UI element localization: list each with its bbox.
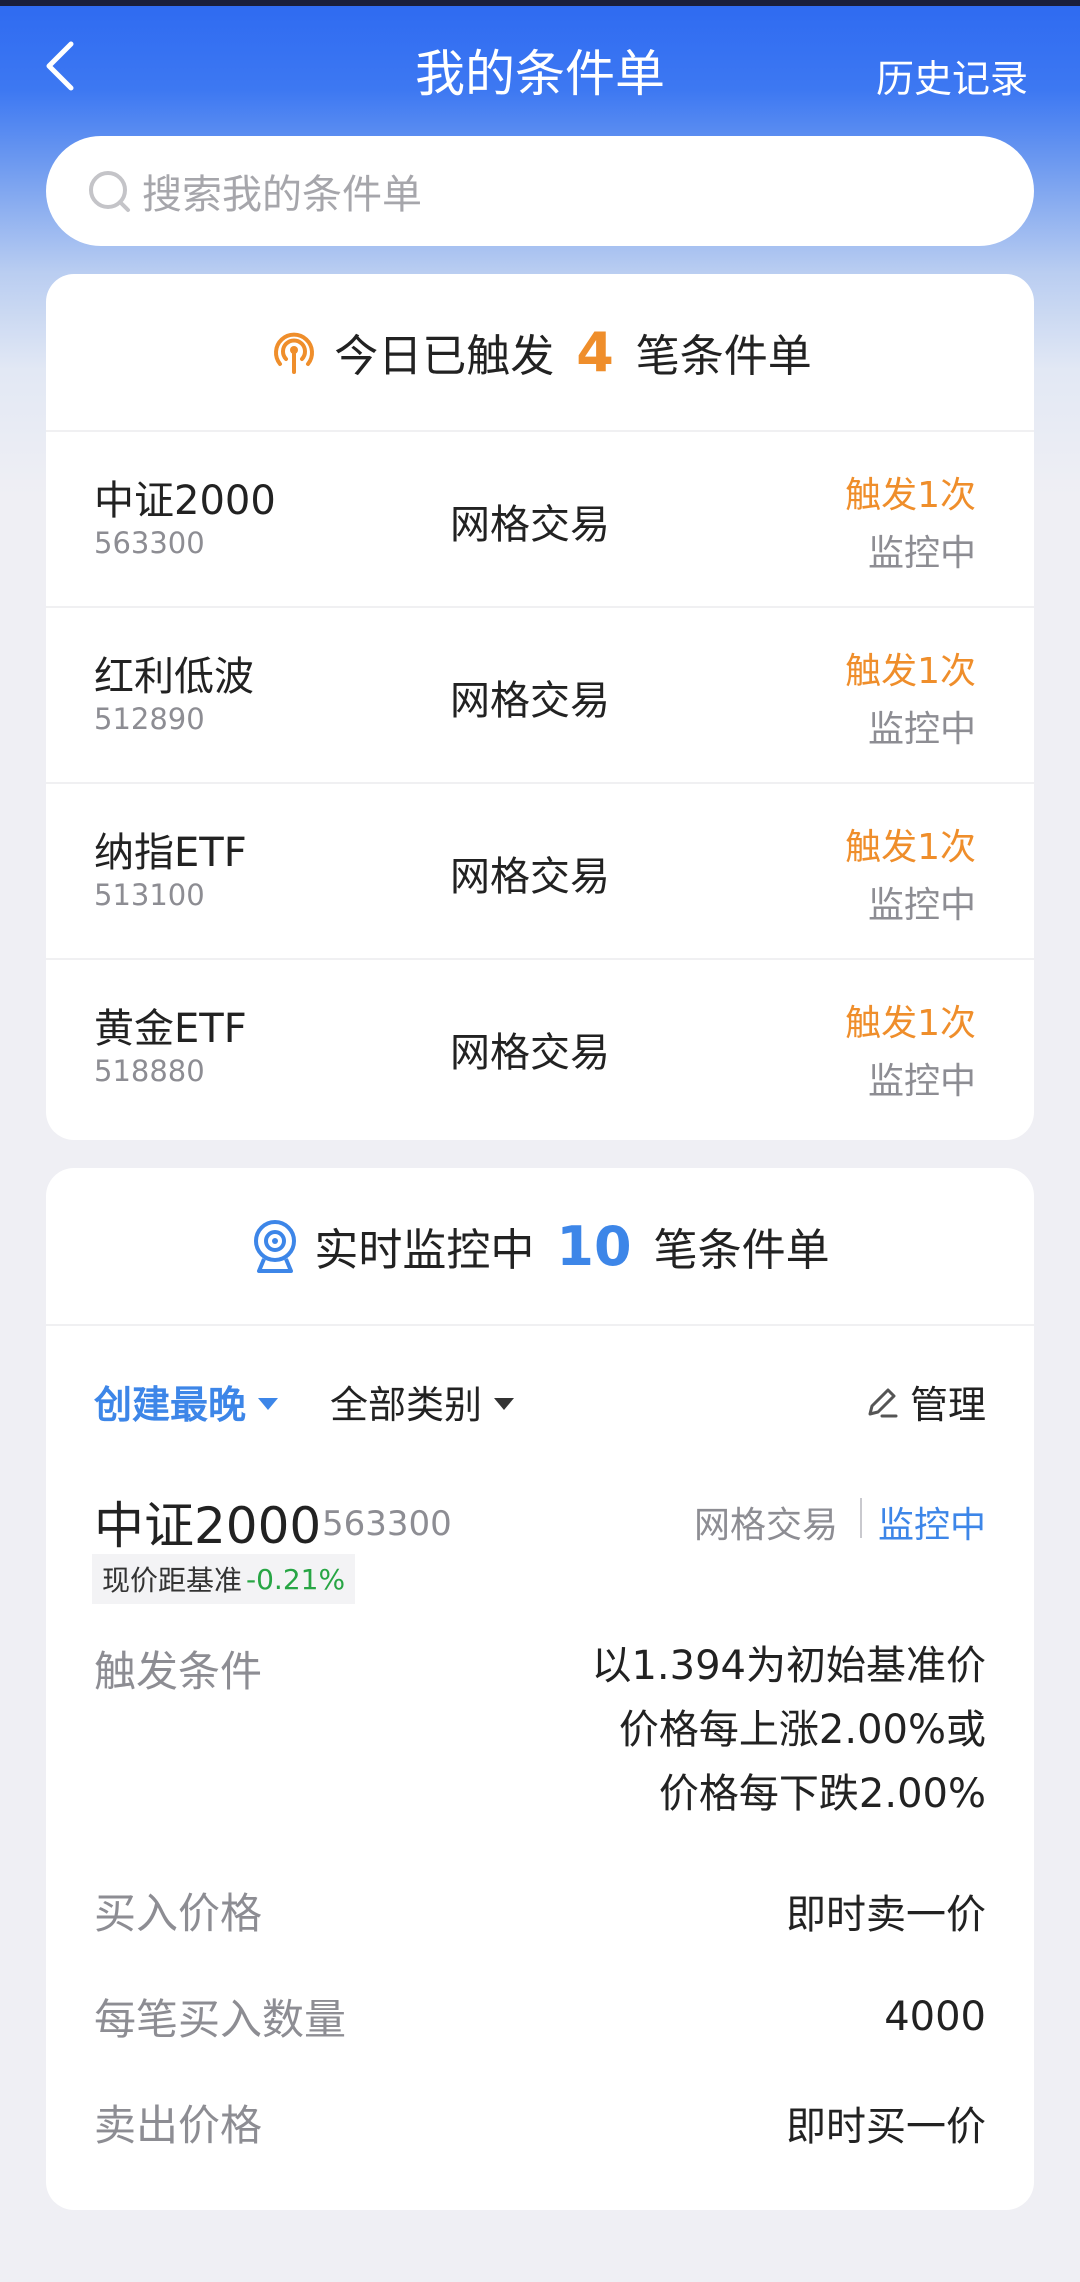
order-status: 监控中 [867, 885, 976, 926]
order-type: 网格交易 [450, 502, 610, 548]
monitor-suffix: 笔条件单 [653, 1225, 830, 1276]
order-code: 563300 [94, 526, 205, 560]
order-code: 512890 [94, 702, 205, 736]
buy-price-value: 即时卖一价 [786, 1891, 986, 1938]
caret-down-icon [494, 1397, 515, 1410]
order-name: 中证2000 [94, 1497, 322, 1555]
monitoring-card: 实时监控中 10 笔条件单 创建最晚 全部类别 管理 中证2000 563300… [46, 1168, 1034, 2210]
quantity-row: 每笔买入数量 4000 [94, 1986, 986, 2047]
condition-line: 以1.394为初始基准价 [591, 1643, 986, 1689]
today-triggered-card: 今日已触发 4 笔条件单 中证2000 563300 网格交易 触发1次 监控中… [46, 274, 1034, 1140]
condition-label: 触发条件 [94, 1647, 263, 1696]
trigger-count: 触发1次 [845, 651, 976, 692]
order-code: 563300 [322, 1504, 452, 1544]
filter-bar: 创建最晚 全部类别 管理 [46, 1326, 1034, 1466]
trigger-count: 触发1次 [845, 475, 976, 516]
triggered-order-row[interactable]: 中证2000 563300 网格交易 触发1次 监控中 [46, 432, 1034, 608]
order-status: 监控中 [877, 1505, 986, 1546]
search-input[interactable]: 搜索我的条件单 [46, 136, 1034, 246]
order-type: 网格交易 [450, 678, 610, 724]
sell-price-label: 卖出价格 [94, 2101, 263, 2150]
today-count: 4 [576, 320, 614, 384]
sort-label: 创建最晚 [94, 1383, 247, 1427]
distance-value: -0.21% [246, 1562, 346, 1596]
monitor-prefix: 实时监控中 [314, 1225, 535, 1276]
condition-text: 以1.394为初始基准价 价格每上涨2.00%或 价格每下跌2.00% [591, 1634, 986, 1826]
today-suffix: 笔条件单 [635, 331, 812, 382]
app-header: 我的条件单 历史记录 [0, 6, 1080, 126]
order-type: 网格交易 [450, 1030, 610, 1076]
search-placeholder: 搜索我的条件单 [142, 172, 422, 218]
order-code: 518880 [94, 1054, 205, 1088]
quantity-label: 每笔买入数量 [94, 1995, 347, 2044]
triggered-order-row[interactable]: 纳指ETF 513100 网格交易 触发1次 监控中 [46, 784, 1034, 960]
caret-down-icon [258, 1397, 279, 1410]
category-dropdown[interactable]: 全部类别 [330, 1374, 515, 1429]
manage-button[interactable]: 管理 [864, 1374, 986, 1429]
category-label: 全部类别 [330, 1383, 483, 1427]
trigger-count: 触发1次 [845, 827, 976, 868]
triggered-order-row[interactable]: 红利低波 512890 网格交易 触发1次 监控中 [46, 608, 1034, 784]
monitor-count: 10 [556, 1214, 632, 1278]
search-icon [89, 171, 130, 212]
distance-label: 现价距基准 [102, 1564, 243, 1597]
order-status: 监控中 [867, 1061, 976, 1102]
order-type: 网格交易 [450, 854, 610, 900]
sort-dropdown[interactable]: 创建最晚 [94, 1374, 279, 1429]
condition-line: 价格每上涨2.00%或 [618, 1707, 986, 1753]
quantity-value: 4000 [884, 1993, 986, 2040]
sell-price-row: 卖出价格 即时买一价 [94, 2092, 986, 2153]
distance-badge: 现价距基准 -0.21% [92, 1554, 356, 1604]
order-name: 黄金ETF [94, 1006, 247, 1052]
today-prefix: 今日已触发 [334, 331, 555, 382]
manage-label: 管理 [909, 1383, 986, 1427]
order-name: 纳指ETF [94, 830, 247, 876]
monitor-card-header: 实时监控中 10 笔条件单 [46, 1168, 1034, 1326]
buy-price-row: 买入价格 即时卖一价 [94, 1880, 986, 1941]
condition-line: 价格每下跌2.00% [658, 1771, 986, 1817]
order-status: 监控中 [867, 709, 976, 750]
signal-icon [268, 326, 320, 378]
today-card-header: 今日已触发 4 笔条件单 [46, 274, 1034, 432]
buy-price-label: 买入价格 [94, 1889, 263, 1938]
order-status: 监控中 [867, 533, 976, 574]
order-type: 网格交易 [693, 1505, 838, 1546]
sell-price-value: 即时买一价 [786, 2103, 986, 2150]
order-name: 红利低波 [94, 654, 254, 700]
triggered-order-row[interactable]: 黄金ETF 518880 网格交易 触发1次 监控中 [46, 960, 1034, 1136]
order-code: 513100 [94, 878, 205, 912]
trigger-count: 触发1次 [845, 1003, 976, 1044]
order-name: 中证2000 [94, 478, 276, 524]
history-link[interactable]: 历史记录 [876, 48, 1028, 103]
webcam-icon [250, 1217, 300, 1275]
pencil-icon [868, 1388, 898, 1417]
divider [860, 1498, 862, 1538]
